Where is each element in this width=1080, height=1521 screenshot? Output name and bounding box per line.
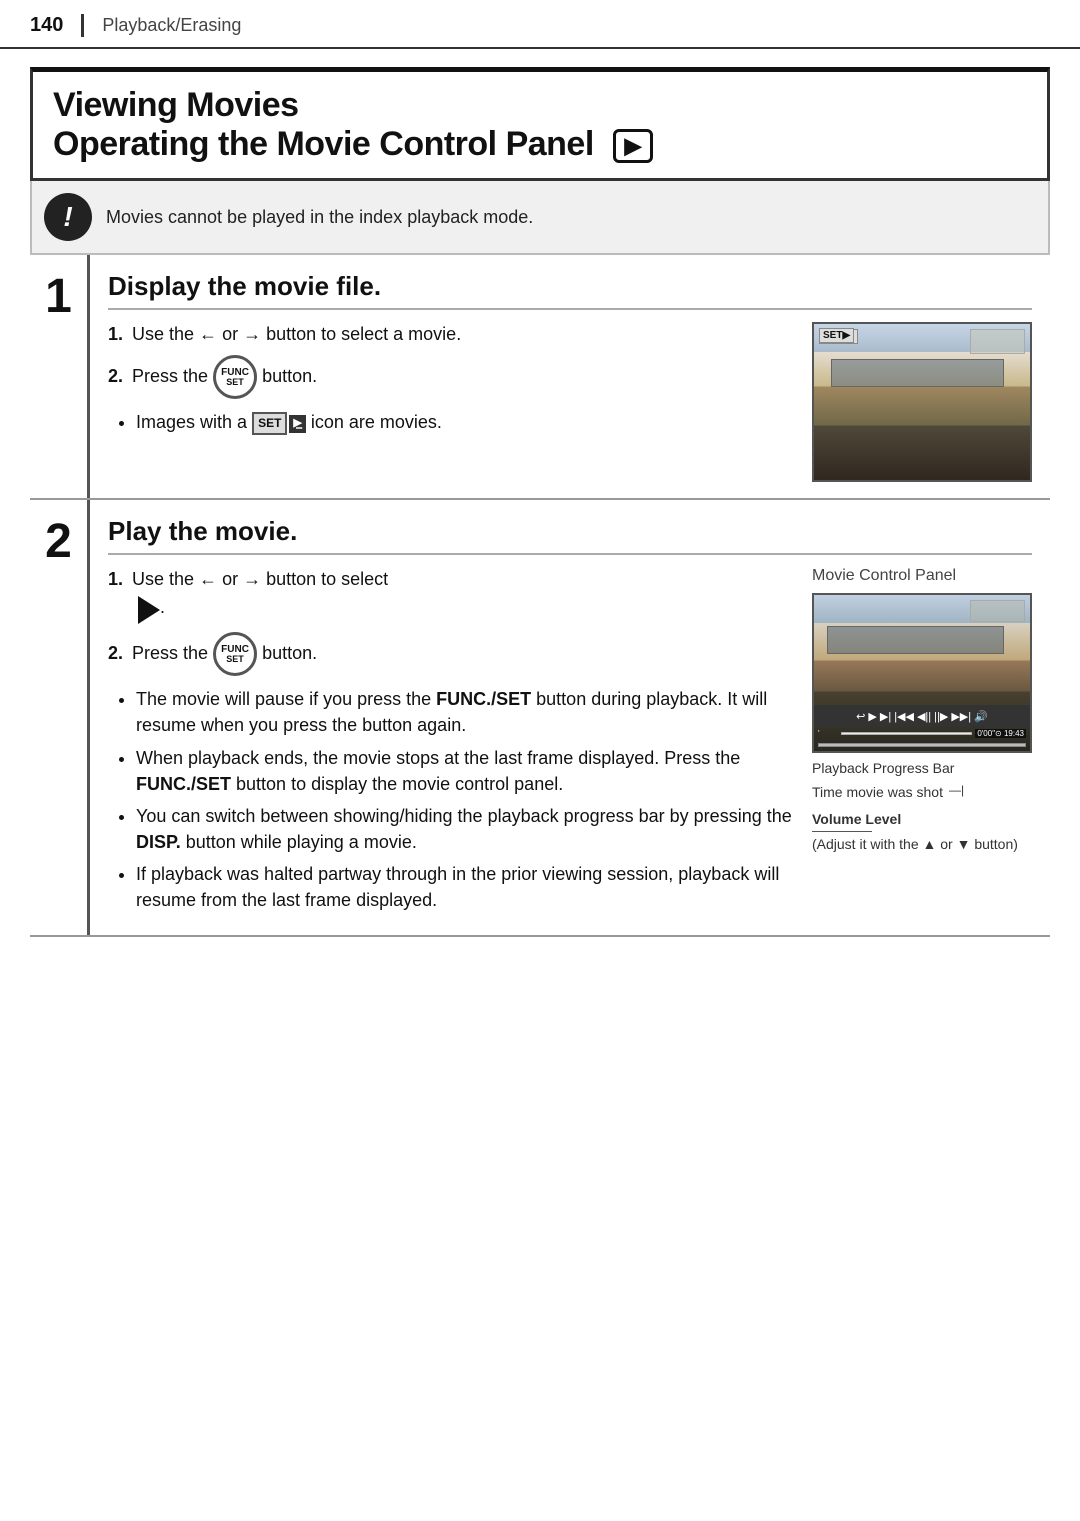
step-2-image-container: ↩ ▶ ▶| |◀◀ ◀|| ||▶ ▶▶| 🔊 ': [812, 593, 1032, 853]
warning-icon: !: [44, 193, 92, 241]
step-1-bullets: Images with a SET▶̲ icon are movies.: [108, 409, 796, 435]
play-triangle-icon: [138, 596, 160, 624]
step-1-image: SET▶: [812, 322, 1032, 482]
step-2-inner: 1. Use the ← or → button to select . 2. …: [108, 567, 1032, 919]
step-1-image-col: SET▶: [812, 322, 1032, 482]
playback-icon: ▶: [613, 129, 653, 163]
annotation-progress-text: Playback Progress Bar: [812, 759, 954, 777]
progress-row: ' 0'00"⊙ 19:43: [818, 729, 1026, 738]
func-set-button-2: FUNC SET: [213, 632, 257, 676]
movie-control-panel-label: Movie Control Panel: [812, 567, 1032, 585]
step-2-number: 2: [45, 518, 72, 566]
step-1-title: Display the movie file.: [108, 271, 1032, 310]
step-2-bullet-3: You can switch between showing/hiding th…: [136, 803, 796, 855]
annotation-volume-text: Volume Level: [812, 810, 1032, 828]
step-2-bullets: The movie will pause if you press the FU…: [108, 686, 796, 913]
step-2-bullet-1: The movie will pause if you press the FU…: [136, 686, 796, 738]
step-1-content: Display the movie file. 1. Use the ← or …: [90, 255, 1050, 498]
step-1-instructions: 1. Use the ← or → button to select a mov…: [108, 322, 796, 399]
step-2-right-col: Movie Control Panel ↩ ▶ ▶|: [812, 567, 1032, 919]
warning-box: ! Movies cannot be played in the index p…: [30, 181, 1050, 255]
step-2-image: ↩ ▶ ▶| |◀◀ ◀|| ||▶ ▶▶| 🔊 ': [812, 593, 1032, 753]
step-1-bullet-1: Images with a SET▶̲ icon are movies.: [136, 409, 796, 435]
step-1-section: 1 Display the movie file. 1. Use the ← o…: [30, 255, 1050, 500]
main-title-text: Viewing Movies Operating the Movie Contr…: [53, 86, 1027, 164]
step-2-content: Play the movie. 1. Use the ← or → button…: [90, 500, 1050, 935]
movie-control-bar: ↩ ▶ ▶| |◀◀ ◀|| ||▶ ▶▶| 🔊: [814, 705, 1030, 727]
set-badge-1: SET: [252, 412, 287, 435]
annotation-volume-sub: (Adjust it with the ▲ or ▼ button): [812, 835, 1032, 853]
step-2-number-col: 2: [30, 500, 90, 935]
volume-bar: [818, 743, 1026, 747]
annotation-volume-block: Volume Level (Adjust it with the ▲ or ▼ …: [812, 810, 1032, 853]
or-text-1: or: [222, 324, 238, 344]
step-1-instr-1: 1. Use the ← or → button to select a mov…: [108, 322, 796, 347]
step-1-text: 1. Use the ← or → button to select a mov…: [108, 322, 796, 482]
step-1-number-col: 1: [30, 255, 90, 498]
annotation-time-text: Time movie was shot: [812, 783, 943, 801]
step-2-section: 2 Play the movie. 1. Use the ← or → butt…: [30, 500, 1050, 937]
page-title: Viewing Movies Operating the Movie Contr…: [53, 86, 1027, 164]
image-annotations: Playback Progress Bar Time movie was sho…: [812, 759, 1032, 853]
func-set-button-1: FUNC SET: [213, 355, 257, 399]
steps-container: 1 Display the movie file. 1. Use the ← o…: [30, 255, 1050, 937]
step-1-number: 1: [45, 273, 72, 321]
step-2-instr-2: 2. Press the FUNC SET button.: [108, 632, 796, 676]
step-1-instr-2: 2. Press the FUNC SET button.: [108, 355, 796, 399]
movie-icon-badge: ▶̲: [289, 415, 305, 433]
main-title-box: Viewing Movies Operating the Movie Contr…: [30, 67, 1050, 181]
step-2-text: 1. Use the ← or → button to select . 2. …: [108, 567, 796, 919]
step-2-instr-1: 1. Use the ← or → button to select .: [108, 567, 796, 624]
section-title: Playback/Erasing: [102, 15, 241, 36]
annotation-progress: Playback Progress Bar: [812, 759, 1032, 777]
annotation-time: Time movie was shot —|: [812, 783, 1032, 801]
warning-text: Movies cannot be played in the index pla…: [106, 207, 533, 228]
step-2-title: Play the movie.: [108, 516, 1032, 555]
step-2-bullet-2: When playback ends, the movie stops at t…: [136, 745, 796, 797]
step-1-inner: 1. Use the ← or → button to select a mov…: [108, 322, 1032, 482]
or-text-2: or: [222, 569, 238, 589]
set-label-img: SET▶: [819, 329, 858, 344]
step-2-instructions: 1. Use the ← or → button to select . 2. …: [108, 567, 796, 676]
page-number: 140: [30, 14, 84, 37]
step-2-bullet-4: If playback was halted partway through i…: [136, 861, 796, 913]
progress-bar: [841, 732, 972, 735]
page-header: 140 Playback/Erasing: [0, 0, 1080, 49]
